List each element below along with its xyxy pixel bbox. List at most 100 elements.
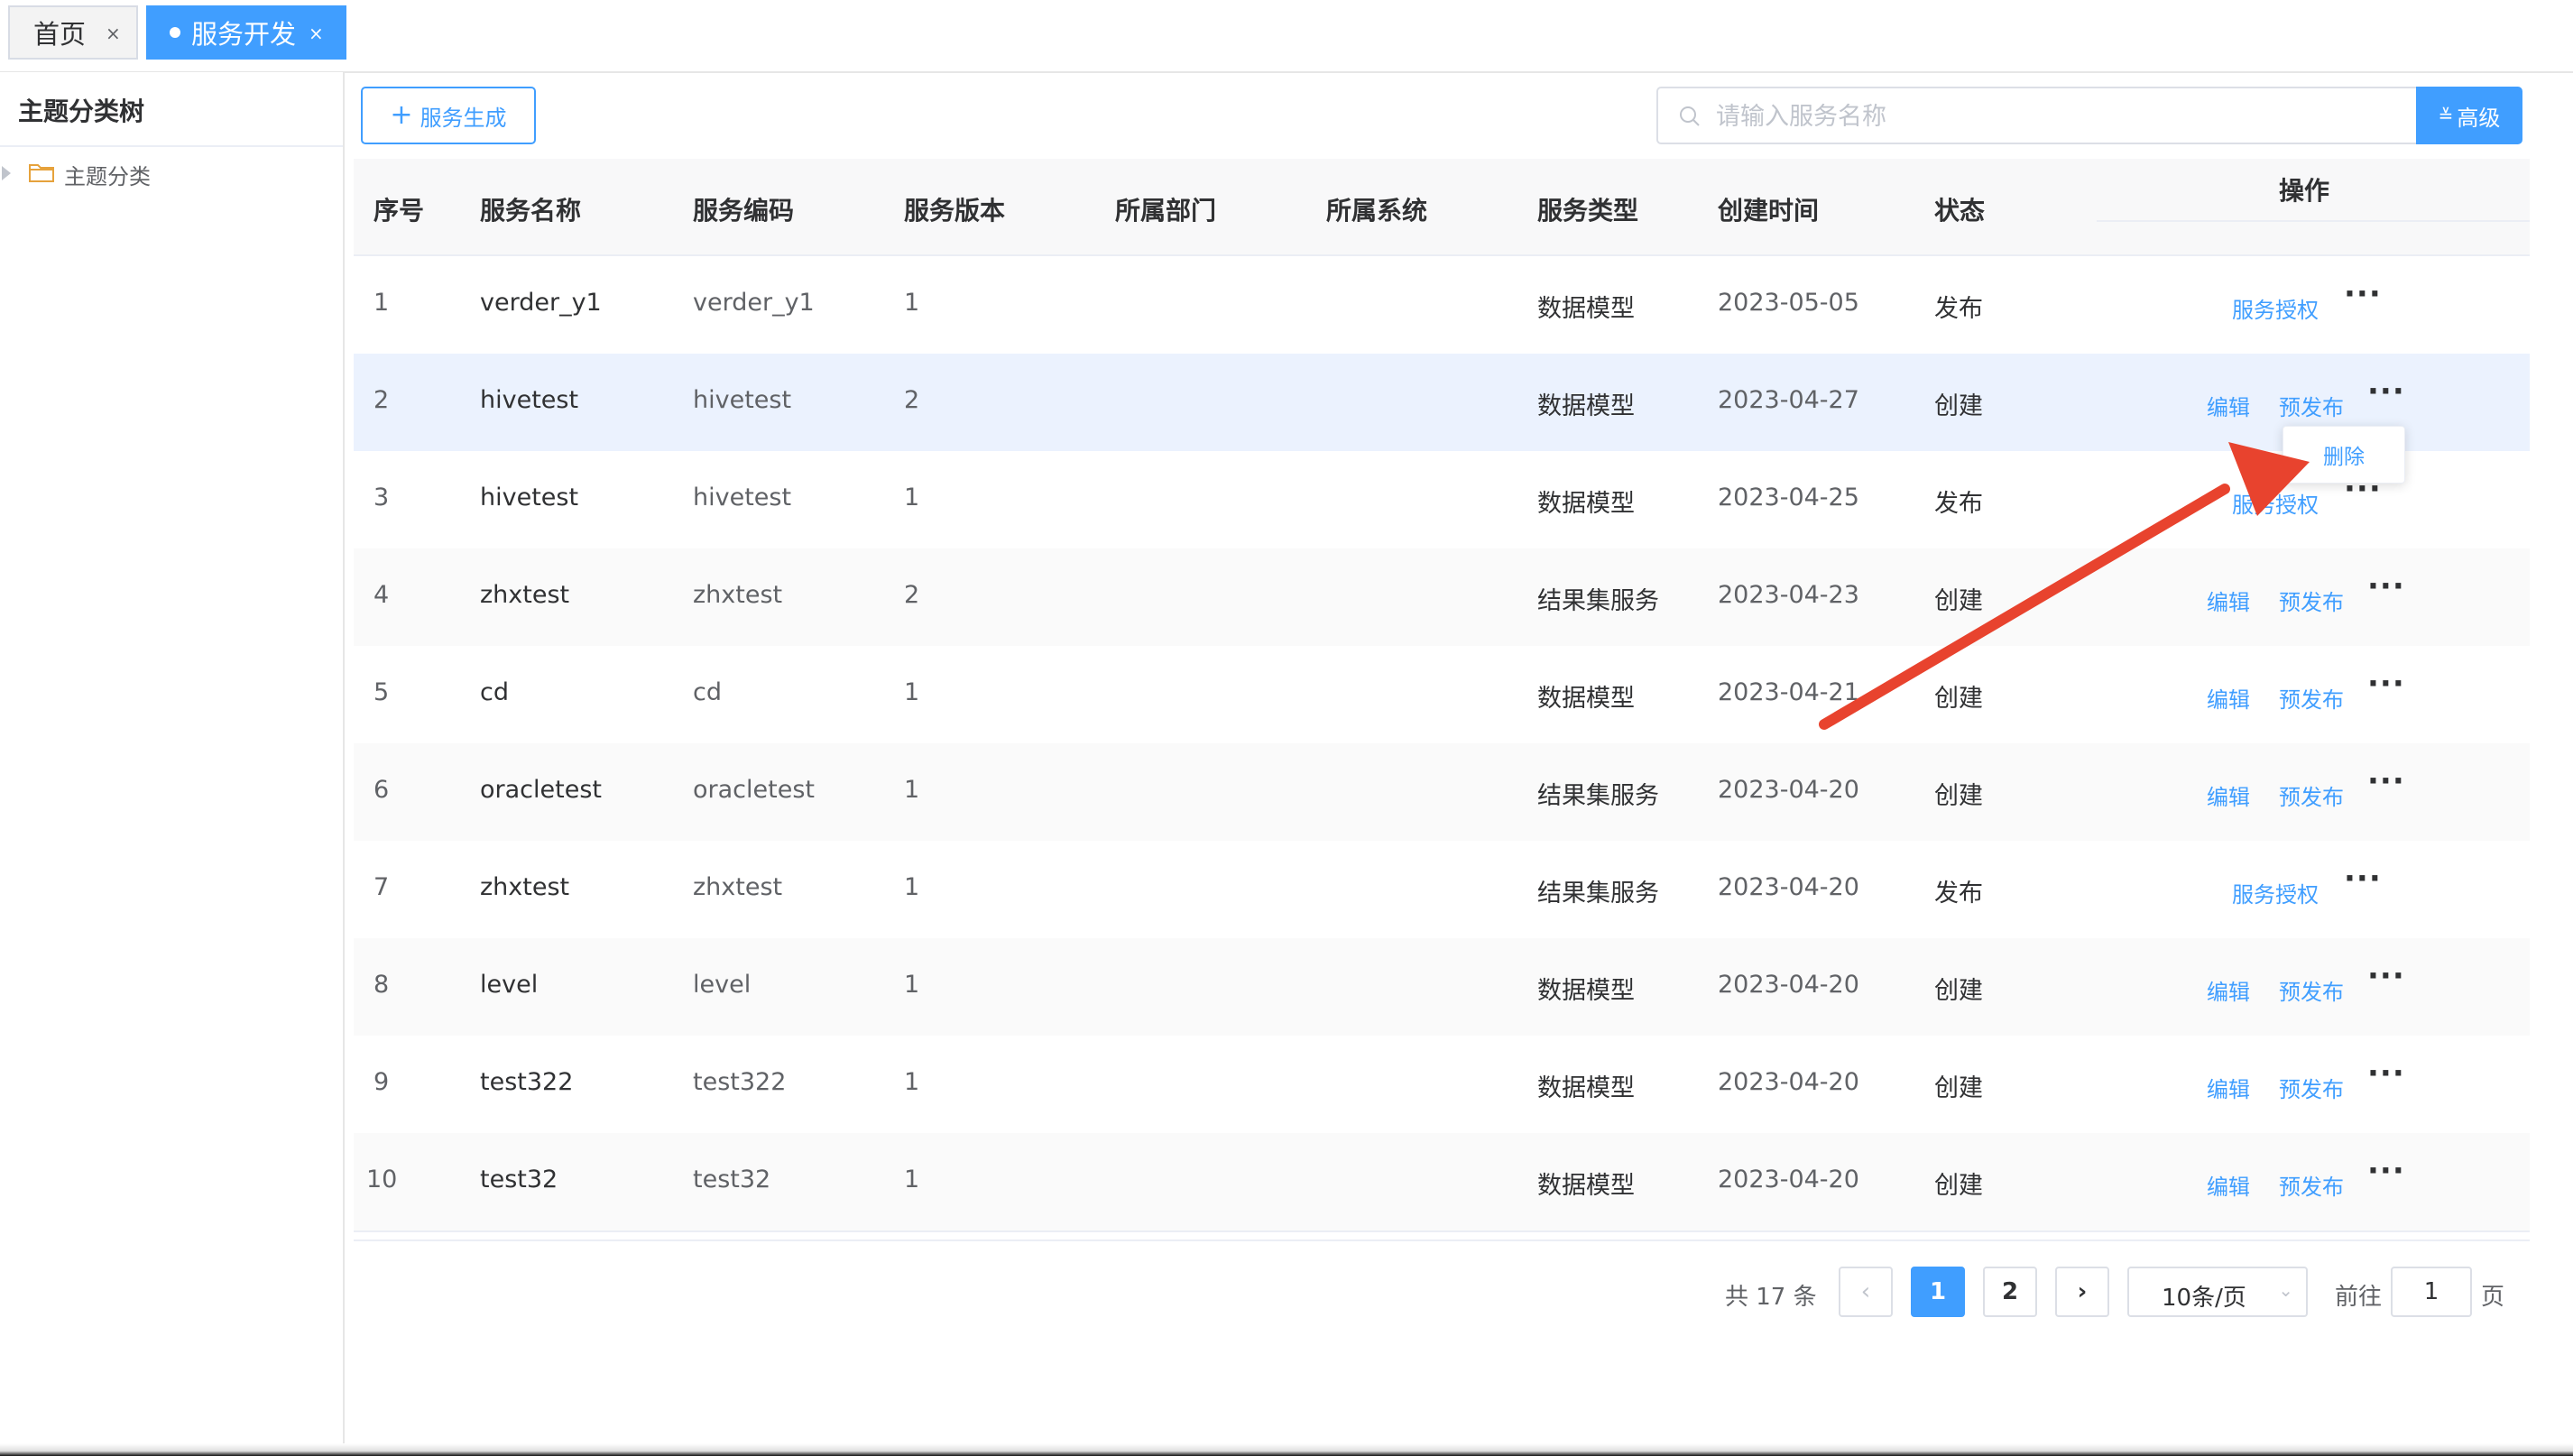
prev-page-button[interactable]: ‹ xyxy=(1839,1267,1893,1317)
page-2-button[interactable]: 2 xyxy=(1983,1267,2037,1317)
cell-created-time: 2023-04-25 xyxy=(1718,484,1859,511)
tab-service-dev[interactable]: 服务开发 × xyxy=(146,5,346,60)
cell-index: 3 xyxy=(374,484,390,511)
more-actions-icon[interactable]: ··· xyxy=(2344,861,2382,897)
divider xyxy=(0,145,343,147)
cell-service-name: test32 xyxy=(480,1166,558,1193)
table-row[interactable]: 3 hivetest hivetest 1 数据模型 2023-04-25 发布 服务授权 ··… xyxy=(354,451,2530,550)
prerelease-link[interactable]: 预发布 xyxy=(2279,390,2344,421)
pagination-total: 共 17 条 xyxy=(1725,1284,1817,1311)
prerelease-link[interactable]: 预发布 xyxy=(2279,1072,2344,1103)
tab-home-label: 首页 xyxy=(33,19,87,50)
close-icon[interactable]: × xyxy=(309,23,324,44)
cell-service-code: level xyxy=(693,971,752,999)
cell-status: 创建 xyxy=(1934,782,1983,810)
delete-menu-item[interactable]: 删除 xyxy=(2282,426,2405,484)
col-header-index: 序号 xyxy=(374,196,425,226)
table-row[interactable]: 7 zhxtest zhxtest 1 结果集服务 2023-04-20 发布 服务授权 ··· xyxy=(354,841,2530,940)
prerelease-link[interactable]: 预发布 xyxy=(2279,682,2344,714)
cell-service-type: 数据模型 xyxy=(1537,490,1635,518)
tab-home[interactable]: 首页 × xyxy=(8,5,138,60)
advanced-search-button[interactable]: ≚ 高级 xyxy=(2416,87,2522,144)
cell-service-version: 1 xyxy=(904,971,920,999)
edit-link[interactable]: 编辑 xyxy=(2207,779,2250,811)
col-header-system: 所属系统 xyxy=(1326,196,1428,226)
col-header-name: 服务名称 xyxy=(480,196,582,226)
more-actions-icon[interactable]: ··· xyxy=(2367,666,2405,702)
table-row[interactable]: 9 test322 test322 1 数据模型 2023-04-20 创建 编辑 预发布 ··· xyxy=(354,1036,2530,1135)
cell-created-time: 2023-04-27 xyxy=(1718,386,1859,414)
more-actions-icon[interactable]: ··· xyxy=(2367,373,2405,410)
cell-service-code: hivetest xyxy=(693,386,792,414)
cell-service-name: cd xyxy=(480,678,509,706)
more-actions-icon[interactable]: ··· xyxy=(2344,276,2382,312)
more-actions-icon[interactable]: ··· xyxy=(2367,1055,2405,1092)
tab-service-dev-label: 服务开发 xyxy=(191,19,297,50)
cell-service-type: 数据模型 xyxy=(1537,685,1635,713)
cell-index: 2 xyxy=(374,386,390,414)
edit-link[interactable]: 编辑 xyxy=(2207,1169,2250,1201)
cell-created-time: 2023-04-23 xyxy=(1718,581,1859,609)
search-box xyxy=(1656,87,2418,144)
close-icon[interactable]: × xyxy=(106,23,121,44)
authorize-link[interactable]: 服务授权 xyxy=(2232,487,2319,519)
col-header-created: 创建时间 xyxy=(1718,196,1820,226)
table-row[interactable]: 8 level level 1 数据模型 2023-04-20 创建 编辑 预发布 ··· xyxy=(354,938,2530,1037)
cell-service-type: 数据模型 xyxy=(1537,392,1635,420)
prerelease-link[interactable]: 预发布 xyxy=(2279,974,2344,1006)
cell-service-version: 2 xyxy=(904,386,920,414)
more-actions-icon[interactable]: ··· xyxy=(2367,1153,2405,1189)
search-input[interactable] xyxy=(1714,96,2403,137)
cell-service-version: 1 xyxy=(904,1068,920,1096)
cell-service-type: 数据模型 xyxy=(1537,295,1635,323)
table-row[interactable]: 4 zhxtest zhxtest 2 结果集服务 2023-04-23 创建 编辑 预发布 ··… xyxy=(354,548,2530,648)
table-row[interactable]: 5 cd cd 1 数据模型 2023-04-21 创建 编辑 预发布 ··· xyxy=(354,646,2530,745)
cell-created-time: 2023-05-05 xyxy=(1718,289,1859,317)
cell-service-type: 数据模型 xyxy=(1537,1172,1635,1200)
cell-service-type: 结果集服务 xyxy=(1537,587,1659,615)
cell-service-code: zhxtest xyxy=(693,873,783,901)
goto-page-input[interactable]: 1 xyxy=(2391,1267,2472,1317)
page-size-select[interactable]: 10条/页 ⌄ xyxy=(2127,1267,2308,1317)
cell-index: 1 xyxy=(374,289,390,317)
edit-link[interactable]: 编辑 xyxy=(2207,390,2250,421)
caret-right-icon[interactable] xyxy=(2,166,11,180)
page-1-button[interactable]: 1 xyxy=(1911,1267,1965,1317)
edit-link[interactable]: 编辑 xyxy=(2207,585,2250,616)
double-chevron-down-icon: ≚ xyxy=(2438,105,2454,126)
cell-status: 创建 xyxy=(1934,587,1983,615)
cell-index: 9 xyxy=(374,1068,390,1096)
edit-link[interactable]: 编辑 xyxy=(2207,1072,2250,1103)
tree-node-root[interactable]: 主题分类 xyxy=(64,159,151,190)
table-row[interactable]: 6 oracletest oracletest 1 结果集服务 2023-04-20 创建 编… xyxy=(354,743,2530,843)
cell-status: 创建 xyxy=(1934,685,1983,713)
cell-status: 创建 xyxy=(1934,977,1983,1005)
prerelease-link[interactable]: 预发布 xyxy=(2279,585,2344,616)
more-actions-icon[interactable]: ··· xyxy=(2367,763,2405,799)
cell-service-code: zhxtest xyxy=(693,581,783,609)
authorize-link[interactable]: 服务授权 xyxy=(2232,877,2319,908)
cell-index: 6 xyxy=(374,776,390,804)
active-dot-icon xyxy=(170,27,180,38)
cell-service-version: 1 xyxy=(904,289,920,317)
table-row[interactable]: 1 verder_y1 verder_y1 1 数据模型 2023-05-05 发布 服务授权… xyxy=(354,256,2530,355)
edit-link[interactable]: 编辑 xyxy=(2207,682,2250,714)
next-page-button[interactable]: › xyxy=(2055,1267,2109,1317)
cell-service-version: 2 xyxy=(904,581,920,609)
authorize-link[interactable]: 服务授权 xyxy=(2232,292,2319,324)
more-actions-icon[interactable]: ··· xyxy=(2367,958,2405,994)
cell-service-name: hivetest xyxy=(480,386,579,414)
cell-service-name: zhxtest xyxy=(480,873,570,901)
generate-service-button[interactable]: + 服务生成 xyxy=(361,87,536,144)
advanced-label: 高级 xyxy=(2457,105,2501,131)
cell-created-time: 2023-04-20 xyxy=(1718,971,1859,999)
cell-service-type: 结果集服务 xyxy=(1537,880,1659,908)
prerelease-link[interactable]: 预发布 xyxy=(2279,779,2344,811)
table-row[interactable]: 2 hivetest hivetest 2 数据模型 2023-04-27 创建 编辑 预发布 ·… xyxy=(354,354,2530,453)
cell-service-code: oracletest xyxy=(693,776,815,804)
edit-link[interactable]: 编辑 xyxy=(2207,974,2250,1006)
table-row[interactable]: 10 test32 test32 1 数据模型 2023-04-20 创建 编辑 预发布 ··· xyxy=(354,1133,2530,1232)
prerelease-link[interactable]: 预发布 xyxy=(2279,1169,2344,1201)
more-actions-icon[interactable]: ··· xyxy=(2367,568,2405,604)
table-header: 序号 服务名称 服务编码 服务版本 所属部门 所属系统 服务类型 创建时间 状态… xyxy=(354,159,2530,256)
